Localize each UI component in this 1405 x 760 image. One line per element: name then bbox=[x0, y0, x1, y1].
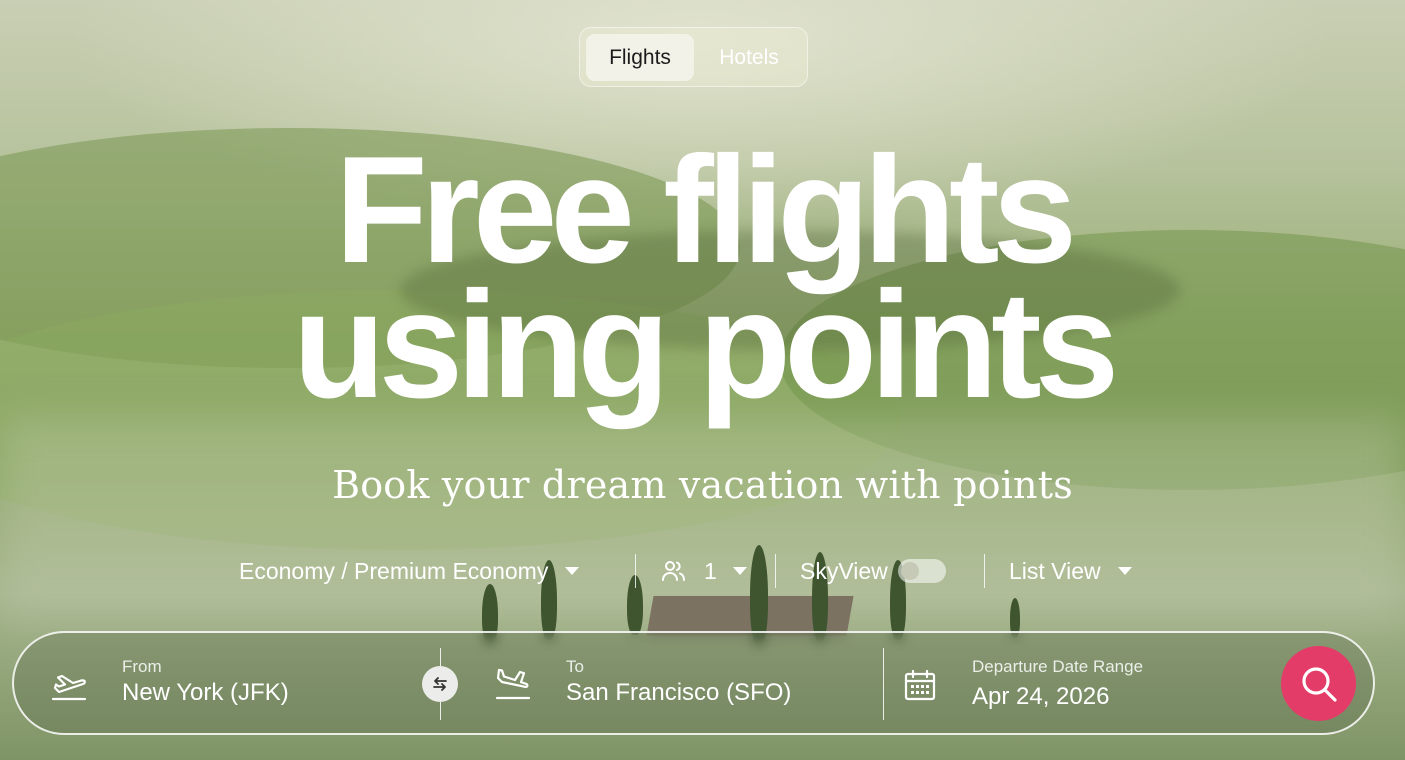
hero-headline-line2: using points bbox=[292, 260, 1119, 430]
chevron-down-icon bbox=[732, 567, 747, 575]
passengers-dropdown[interactable]: 1 bbox=[661, 552, 747, 590]
options-divider bbox=[775, 554, 776, 588]
departure-date-label: Departure Date Range bbox=[972, 657, 1144, 676]
flight-search-bar: From New York (JFK) To San Francisco (SF… bbox=[12, 631, 1375, 735]
cabin-class-label: Economy / Premium Economy bbox=[239, 557, 549, 584]
hero-headline-line1: Free flights bbox=[334, 125, 1077, 295]
departure-date-field[interactable]: Departure Date Range Apr 24, 2026 bbox=[972, 633, 1262, 733]
view-mode-dropdown[interactable]: List View bbox=[1009, 552, 1132, 590]
skyview-toggle-group: SkyView bbox=[800, 552, 946, 590]
search-button[interactable] bbox=[1281, 646, 1356, 721]
from-field[interactable]: From New York (JFK) bbox=[122, 633, 412, 733]
chevron-down-icon bbox=[565, 567, 580, 575]
to-label: To bbox=[566, 657, 584, 676]
hero-headline: Free flights using points bbox=[0, 125, 1405, 430]
options-divider bbox=[984, 554, 985, 588]
search-icon bbox=[1300, 665, 1338, 703]
cabin-class-dropdown[interactable]: Economy / Premium Economy bbox=[239, 552, 580, 590]
to-field[interactable]: To San Francisco (SFO) bbox=[566, 633, 876, 733]
passenger-count: 1 bbox=[704, 557, 717, 584]
swap-icon bbox=[431, 676, 449, 692]
switch-knob bbox=[900, 562, 919, 580]
from-value: New York (JFK) bbox=[122, 679, 289, 706]
search-options-row: Economy / Premium Economy 1 SkyView List… bbox=[0, 552, 1405, 590]
departure-date-value: Apr 24, 2026 bbox=[972, 683, 1110, 710]
calendar-icon bbox=[904, 669, 936, 706]
chevron-down-icon bbox=[1117, 567, 1132, 575]
users-icon bbox=[661, 559, 687, 583]
view-mode-label: List View bbox=[1009, 557, 1101, 584]
search-type-toggle: Flights Hotels bbox=[579, 27, 808, 87]
from-label: From bbox=[122, 657, 162, 676]
field-divider bbox=[883, 648, 884, 720]
skyview-switch[interactable] bbox=[897, 559, 946, 583]
plane-landing-icon bbox=[494, 666, 532, 707]
hero-subtitle: Book your dream vacation with points bbox=[332, 463, 1073, 507]
to-value: San Francisco (SFO) bbox=[566, 679, 792, 706]
options-divider bbox=[635, 554, 636, 588]
tab-flights[interactable]: Flights bbox=[586, 34, 694, 81]
plane-takeoff-icon bbox=[50, 669, 88, 708]
skyview-label: SkyView bbox=[800, 557, 888, 584]
swap-button[interactable] bbox=[422, 666, 458, 702]
tab-hotels[interactable]: Hotels bbox=[696, 34, 802, 81]
